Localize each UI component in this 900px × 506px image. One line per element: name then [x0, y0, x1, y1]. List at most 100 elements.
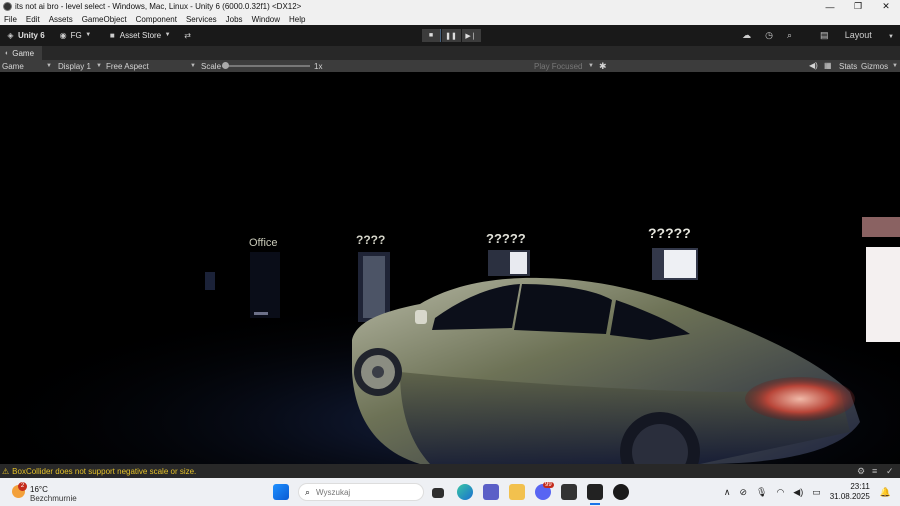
- menu-help[interactable]: Help: [289, 15, 305, 24]
- bug-icon[interactable]: ✱: [599, 61, 607, 72]
- grid-icon[interactable]: ▦: [824, 61, 832, 70]
- recording-app-icon[interactable]: [613, 484, 629, 500]
- door-4: [652, 248, 698, 280]
- play-focused-dropdown[interactable]: Play Focused ▼: [534, 60, 594, 72]
- menu-window[interactable]: Window: [252, 15, 280, 24]
- unity-hub-icon[interactable]: [561, 484, 577, 500]
- chevron-up-icon[interactable]: ∧: [724, 487, 731, 498]
- display-dropdown[interactable]: Display 1 ▼: [58, 60, 102, 72]
- version-control-button[interactable]: ⇄: [183, 31, 195, 40]
- fg-dropdown[interactable]: ◉ FG ▼: [59, 31, 96, 40]
- weather-temperature: 16°C: [30, 485, 48, 494]
- tab-game[interactable]: ◐ Game: [0, 46, 43, 60]
- edge-icon[interactable]: [457, 484, 473, 500]
- tab-game-label: Game: [12, 48, 35, 58]
- wifi-icon[interactable]: ◠: [776, 487, 784, 498]
- menu-services[interactable]: Services: [186, 15, 217, 24]
- asset-store-label: Asset Store: [119, 31, 162, 40]
- chevron-down-icon: ▼: [46, 63, 52, 69]
- mode-label: Game: [2, 61, 24, 71]
- game-view-toolbar: Game ▼ Display 1 ▼ Free Aspect ▼ Scale 1…: [0, 60, 900, 72]
- weather-description: Bezchmurnie: [30, 494, 77, 503]
- network-off-icon[interactable]: ⊘: [739, 487, 747, 498]
- menu-jobs[interactable]: Jobs: [226, 15, 243, 24]
- gizmos-dropdown[interactable]: Gizmos ▼: [861, 60, 898, 72]
- bag-icon: ■: [109, 31, 115, 40]
- restore-button[interactable]: ❐: [844, 0, 872, 13]
- game-viewport[interactable]: Office ???? ????? ?????: [0, 72, 900, 464]
- layers-icon[interactable]: ≡: [872, 466, 877, 476]
- task-view-icon[interactable]: [432, 488, 444, 498]
- unity-logo-icon: ◈: [7, 31, 14, 40]
- microphone-icon[interactable]: 🎙: [756, 487, 767, 498]
- sign-office: Office: [249, 237, 278, 249]
- menu-edit[interactable]: Edit: [26, 15, 40, 24]
- menu-gameobject[interactable]: GameObject: [82, 15, 127, 24]
- file-explorer-icon[interactable]: [509, 484, 525, 500]
- sign-door-3: ?????: [486, 231, 526, 246]
- office-door: [250, 252, 280, 318]
- warning-text: BoxCollider does not support negative sc…: [12, 466, 197, 476]
- system-tray: ∧ ⊘ 🎙 ◠ ◀) ▭ 23:11 31.08.2025 🔔: [724, 478, 900, 506]
- menu-component[interactable]: Component: [136, 15, 177, 24]
- branch-icon: ⇄: [184, 31, 191, 40]
- door-3: [488, 250, 530, 276]
- chevron-down-icon: ▼: [892, 63, 898, 69]
- windows-start-icon[interactable]: [273, 484, 289, 500]
- close-button[interactable]: ✕: [872, 0, 900, 13]
- menu-assets[interactable]: Assets: [49, 15, 73, 24]
- window-title: its not ai bro - level select - Windows,…: [15, 2, 302, 11]
- chevron-down-icon: ▼: [164, 32, 171, 38]
- discord-badge: 99: [543, 482, 554, 488]
- chevron-down-icon: ▼: [96, 63, 102, 69]
- debug-icon[interactable]: ⚙: [857, 466, 865, 477]
- volume-icon[interactable]: ◀): [793, 487, 803, 498]
- menu-bar: File Edit Assets GameObject Component Se…: [0, 13, 900, 25]
- stats-button[interactable]: Stats: [839, 62, 857, 71]
- windows-taskbar: 2 16°C Bezchmurnie ⌕ 99 ∧ ⊘ 🎙 ◠ ◀) ▭ 23:…: [0, 478, 900, 506]
- search-icon[interactable]: ⌕: [787, 30, 792, 41]
- active-indicator: [590, 503, 600, 505]
- window-controls: — ❐ ✕: [816, 0, 900, 13]
- pause-button[interactable]: ❚❚: [442, 29, 461, 42]
- menu-file[interactable]: File: [4, 15, 17, 24]
- unity-editor-icon[interactable]: [587, 484, 603, 500]
- layout-dropdown[interactable]: ▤ Layout ▼: [806, 30, 894, 41]
- mode-dropdown[interactable]: Game ▼: [2, 60, 52, 72]
- aspect-label: Free Aspect: [106, 61, 149, 71]
- battery-icon[interactable]: ▭: [812, 487, 821, 498]
- asset-store-dropdown[interactable]: ■ Asset Store ▼: [108, 31, 175, 40]
- console-warning[interactable]: ⚠ BoxCollider does not support negative …: [2, 467, 196, 476]
- cloud-icon[interactable]: ☁: [742, 30, 751, 41]
- scene-dim-object: [205, 272, 215, 290]
- minimize-button[interactable]: —: [816, 0, 844, 13]
- history-icon[interactable]: ◷: [765, 30, 773, 41]
- account-label: Unity 6: [18, 31, 45, 40]
- play-button[interactable]: ■: [422, 29, 441, 42]
- clock-time: 23:11: [850, 482, 870, 491]
- tab-bar: ◐ Game: [0, 46, 900, 60]
- search-input[interactable]: [316, 487, 407, 497]
- clock[interactable]: 23:11 31.08.2025: [830, 482, 870, 502]
- chevron-down-icon: ▼: [888, 34, 894, 40]
- teams-icon[interactable]: [483, 484, 499, 500]
- taskbar-search[interactable]: ⌕: [298, 483, 424, 501]
- layout-icon: ▤: [820, 30, 829, 40]
- check-icon[interactable]: ✓: [886, 466, 894, 477]
- scale-slider-knob[interactable]: [222, 62, 229, 69]
- search-icon: ⌕: [305, 486, 311, 497]
- window-titlebar: its not ai bro - level select - Windows,…: [0, 0, 900, 13]
- gizmos-label: Gizmos: [861, 61, 889, 71]
- weather-widget[interactable]: 2 16°C Bezchmurnie: [10, 481, 90, 503]
- user-icon: ◉: [59, 31, 67, 40]
- aspect-dropdown[interactable]: Free Aspect ▼: [106, 60, 196, 72]
- door-2: [358, 252, 390, 322]
- notifications-icon[interactable]: 🔔: [880, 487, 891, 498]
- step-button[interactable]: ▶❘: [462, 29, 481, 42]
- mute-audio-icon[interactable]: ◀): [809, 61, 818, 70]
- scale-slider[interactable]: [222, 62, 310, 69]
- account-button[interactable]: ◈ Unity 6: [6, 31, 45, 40]
- chevron-down-icon: ▼: [85, 32, 92, 38]
- scale-label: Scale: [201, 62, 222, 71]
- toolbar-right: ☁ ◷ ⌕ ▤ Layout ▼: [728, 25, 894, 46]
